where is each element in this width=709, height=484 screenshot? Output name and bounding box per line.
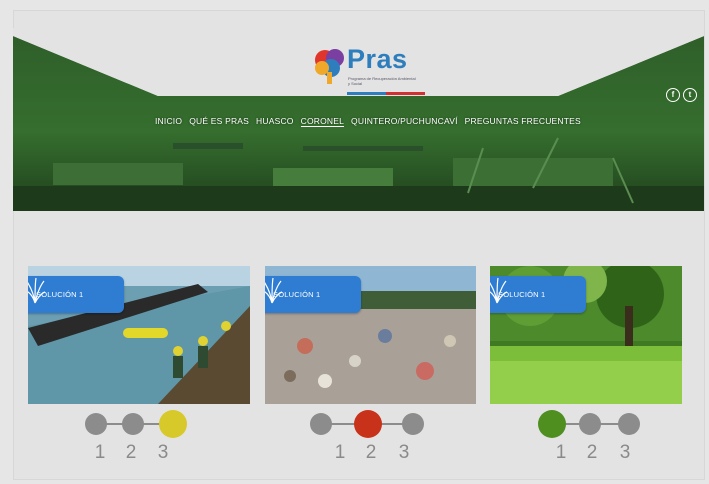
step-dot-1-active[interactable] <box>538 410 566 438</box>
pras-logo[interactable]: Pras Programa de Recuperación Ambiental … <box>313 42 433 98</box>
main-nav: INICIO QUÉ ES PRAS HUASCO CORONEL QUINTE… <box>155 116 581 127</box>
step-dot-2[interactable] <box>122 413 144 435</box>
step-number-2: 2 <box>125 442 137 463</box>
step-indicator-2: 1 2 3 <box>310 410 430 465</box>
brand-tagline: Programa de Recuperación Ambiental y Soc… <box>348 76 416 86</box>
step-dot-3[interactable] <box>402 413 424 435</box>
step-number-1: 1 <box>334 442 346 463</box>
reed-icon <box>265 277 283 304</box>
step-dot-3-active[interactable] <box>159 410 187 438</box>
nav-item-que-es-pras[interactable]: QUÉ ES PRAS <box>189 116 249 127</box>
step-number-1: 1 <box>94 442 106 463</box>
nav-item-inicio[interactable]: INICIO <box>155 116 182 127</box>
nav-item-coronel[interactable]: CORONEL <box>300 116 345 127</box>
reed-icon <box>28 277 46 304</box>
brain-logo-icon <box>315 49 344 84</box>
twitter-icon[interactable]: t <box>683 88 697 102</box>
step-dot-1[interactable] <box>310 413 332 435</box>
reed-icon <box>490 277 508 304</box>
header-banner: Pras Programa de Recuperación Ambiental … <box>13 28 704 213</box>
step-dot-2[interactable] <box>579 413 601 435</box>
nav-item-huasco[interactable]: HUASCO <box>256 116 294 127</box>
step-number-3: 3 <box>157 442 169 463</box>
step-dot-1[interactable] <box>85 413 107 435</box>
solution-badge[interactable]: SOLUCIÓN 1 <box>28 276 124 313</box>
facebook-icon[interactable]: f <box>666 88 680 102</box>
step-number-3: 3 <box>619 442 631 463</box>
solution-card-1[interactable]: SOLUCIÓN 1 <box>28 266 250 404</box>
step-number-2: 2 <box>365 442 377 463</box>
solution-card-3[interactable]: SOLUCIÓN 1 <box>490 266 682 404</box>
nav-item-quintero-puchuncavi[interactable]: QUINTERO/PUCHUNCAVÍ <box>351 116 458 127</box>
brand-underline <box>347 92 425 95</box>
solution-card-2[interactable]: SOLUCIÓN 1 <box>265 266 476 404</box>
step-indicator-3: 1 2 3 <box>538 410 648 465</box>
step-indicator-1: 1 2 3 <box>85 410 195 465</box>
solution-badge[interactable]: SOLUCIÓN 1 <box>490 276 586 313</box>
solution-badge[interactable]: SOLUCIÓN 1 <box>265 276 361 313</box>
step-number-1: 1 <box>555 442 567 463</box>
step-dot-3[interactable] <box>618 413 640 435</box>
nav-item-preguntas-frecuentes[interactable]: PREGUNTAS FRECUENTES <box>465 116 581 127</box>
step-number-2: 2 <box>586 442 598 463</box>
brand-name: Pras <box>347 44 408 74</box>
step-number-3: 3 <box>398 442 410 463</box>
step-dot-2-active[interactable] <box>354 410 382 438</box>
